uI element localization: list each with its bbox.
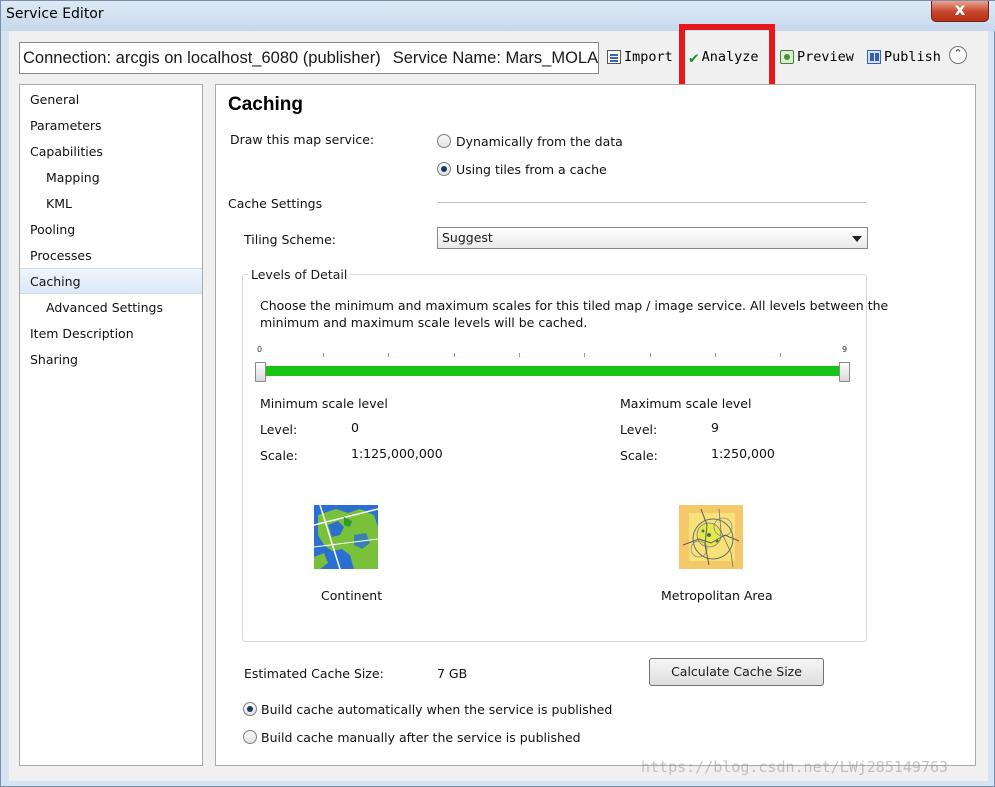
max-level-label: Level: bbox=[620, 422, 658, 437]
import-label: Import bbox=[624, 49, 673, 65]
min-level-value: 0 bbox=[351, 420, 359, 435]
min-level-label: Level: bbox=[260, 422, 298, 437]
levels-of-detail-title: Levels of Detail bbox=[248, 267, 351, 282]
radio-tiles-label[interactable]: Using tiles from a cache bbox=[456, 162, 607, 177]
slider-tick bbox=[650, 353, 651, 357]
min-scale-label: Scale: bbox=[260, 448, 298, 463]
sidebar-item-caching[interactable]: Caching bbox=[20, 268, 202, 294]
sidebar-item-processes[interactable]: Processes bbox=[20, 243, 202, 269]
slider-max-tick-label: 9 bbox=[842, 345, 848, 354]
sidebar-item-item-description[interactable]: Item Description bbox=[20, 321, 202, 347]
collapse-chevron-icon[interactable]: ⌃ bbox=[949, 46, 967, 64]
sidebar-item-parameters[interactable]: Parameters bbox=[20, 113, 202, 139]
max-scale-label: Scale: bbox=[620, 448, 658, 463]
lod-description-line2: minimum and maximum scale levels will be… bbox=[260, 315, 588, 330]
slider-min-tick-label: 0 bbox=[257, 345, 263, 354]
publish-icon bbox=[867, 50, 881, 64]
sidebar-item-mapping[interactable]: Mapping bbox=[20, 165, 202, 191]
analyze-button[interactable]: ✔ Analyze bbox=[689, 46, 759, 68]
watermark: https://blog.csdn.net/LWj285149763 bbox=[641, 758, 949, 776]
slider-tick bbox=[519, 353, 520, 357]
sidebar-item-sharing[interactable]: Sharing bbox=[20, 347, 202, 373]
slider-tick bbox=[454, 353, 455, 357]
connection-text: Connection: arcgis on localhost_6080 (pu… bbox=[23, 49, 381, 67]
page-title: Caching bbox=[228, 94, 303, 115]
editor-client-area: Connection: arcgis on localhost_6080 (pu… bbox=[9, 24, 988, 781]
estimated-cache-size-label: Estimated Cache Size: bbox=[244, 666, 384, 681]
lod-description-line1: Choose the minimum and maximum scales fo… bbox=[260, 298, 889, 313]
continent-caption: Continent bbox=[321, 588, 383, 603]
tiling-scheme-value: Suggest bbox=[442, 230, 493, 245]
sidebar-item-pooling[interactable]: Pooling bbox=[20, 217, 202, 243]
slider-tick bbox=[388, 353, 389, 357]
min-scale-slider-thumb[interactable] bbox=[255, 362, 266, 382]
window-title: Service Editor bbox=[6, 6, 104, 22]
max-scale-heading: Maximum scale level bbox=[620, 396, 752, 411]
max-scale-value: 1:250,000 bbox=[711, 446, 775, 461]
tiling-scheme-label: Tiling Scheme: bbox=[244, 232, 336, 247]
publish-label: Publish bbox=[884, 49, 941, 65]
min-scale-value: 1:125,000,000 bbox=[351, 446, 443, 461]
cache-settings-divider bbox=[438, 202, 866, 203]
caching-panel: Caching Draw this map service: Dynamical… bbox=[215, 84, 976, 766]
slider-tick bbox=[715, 353, 716, 357]
import-icon bbox=[607, 50, 621, 64]
import-button[interactable]: Import bbox=[607, 46, 673, 68]
preview-label: Preview bbox=[797, 49, 854, 65]
settings-sidebar: General Parameters Capabilities Mapping … bbox=[19, 84, 203, 766]
radio-tiles[interactable] bbox=[437, 162, 451, 176]
radio-dynamic-label[interactable]: Dynamically from the data bbox=[456, 134, 623, 149]
slider-tick bbox=[780, 353, 781, 357]
sidebar-item-kml[interactable]: KML bbox=[20, 191, 202, 217]
publish-button[interactable]: Publish bbox=[867, 46, 941, 68]
sidebar-item-general[interactable]: General bbox=[20, 87, 202, 113]
connection-info-field: Connection: arcgis on localhost_6080 (pu… bbox=[19, 42, 599, 74]
max-scale-slider-thumb[interactable] bbox=[839, 362, 850, 382]
close-button[interactable]: x bbox=[931, 1, 989, 22]
cache-settings-heading: Cache Settings bbox=[228, 196, 323, 211]
dropdown-arrow-icon bbox=[852, 236, 862, 242]
radio-build-manually[interactable] bbox=[243, 730, 257, 744]
sidebar-item-capabilities[interactable]: Capabilities bbox=[20, 139, 202, 165]
max-level-value: 9 bbox=[711, 420, 719, 435]
service-editor-window: Service Editor x Connection: arcgis on l… bbox=[0, 0, 995, 787]
estimated-cache-size-value: 7 GB bbox=[437, 666, 468, 681]
radio-dynamic[interactable] bbox=[437, 134, 451, 148]
analyze-label: Analyze bbox=[701, 49, 759, 65]
continent-map-icon bbox=[314, 505, 378, 569]
radio-build-manually-label[interactable]: Build cache manually after the service i… bbox=[261, 730, 581, 745]
title-bar[interactable]: Service Editor x bbox=[1, 1, 995, 31]
sidebar-item-advanced-settings[interactable]: Advanced Settings bbox=[20, 295, 202, 321]
service-name-text: Service Name: Mars_MOLA... bbox=[392, 49, 599, 67]
tiling-scheme-select[interactable]: Suggest bbox=[437, 227, 868, 249]
scale-range-slider-track[interactable] bbox=[265, 366, 839, 376]
radio-build-automatically-label[interactable]: Build cache automatically when the servi… bbox=[261, 702, 612, 717]
slider-tick bbox=[584, 353, 585, 357]
radio-build-automatically[interactable] bbox=[243, 702, 257, 716]
preview-button[interactable]: Preview bbox=[780, 46, 854, 68]
preview-icon bbox=[780, 50, 794, 64]
slider-tick bbox=[323, 353, 324, 357]
metropolitan-caption: Metropolitan Area bbox=[661, 588, 773, 603]
draw-mode-label: Draw this map service: bbox=[230, 132, 375, 147]
min-scale-heading: Minimum scale level bbox=[260, 396, 388, 411]
checkmark-icon: ✔ bbox=[689, 47, 699, 67]
calculate-cache-size-button[interactable]: Calculate Cache Size bbox=[649, 658, 824, 686]
metropolitan-map-icon bbox=[679, 505, 743, 569]
